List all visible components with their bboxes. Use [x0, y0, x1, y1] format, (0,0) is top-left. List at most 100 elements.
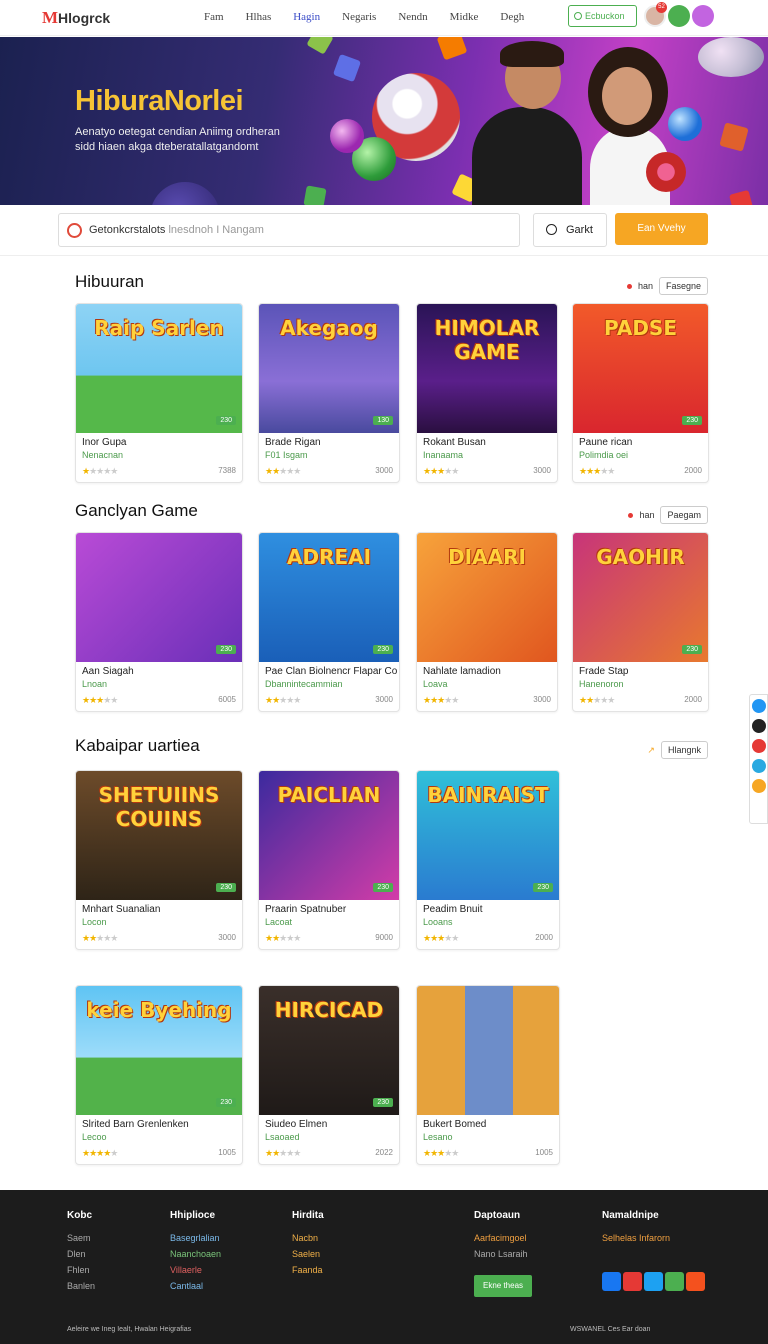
game-title[interactable]: Rokant Busan [423, 437, 579, 448]
game-thumbnail[interactable]: SHETUIINS COUINS [76, 771, 242, 900]
game-thumbnail[interactable]: BAINRAIST [417, 771, 559, 900]
footer-link[interactable]: Nano Lsaraih [474, 1249, 528, 1259]
youtube-icon[interactable] [751, 739, 766, 753]
x-icon[interactable] [751, 719, 766, 733]
facebook-icon[interactable] [602, 1272, 621, 1291]
share-icon[interactable] [751, 699, 766, 713]
section-filter-label[interactable]: han [638, 281, 653, 291]
section-sort-button[interactable]: Paegam [660, 506, 708, 524]
profile-icon[interactable] [692, 5, 714, 27]
game-thumbnail[interactable]: Raip Sarlen [76, 304, 242, 433]
footer-link[interactable]: Saelen [292, 1249, 324, 1259]
game-thumbnail[interactable]: Akegaog [259, 304, 399, 433]
game-card[interactable]: Raip Sarlen 230 Inor Gupa Nenacnan ★★★★★ 7388 [75, 303, 243, 483]
game-card[interactable]: Bukert Bomed Lesano ★★★★★ 1005 [416, 985, 560, 1165]
game-thumbnail[interactable] [417, 986, 559, 1115]
play-count: 3000 [375, 695, 393, 704]
game-thumbnail[interactable]: ADREAI [259, 533, 399, 662]
nav-search-button[interactable]: Ecbuckon [568, 5, 637, 27]
game-card[interactable]: 230 Aan Siagah Lnoan ★★★★★ 6005 [75, 532, 243, 712]
twitter-icon[interactable] [644, 1272, 663, 1291]
star-rating: ★★★★★ [82, 1148, 118, 1158]
game-category: Dbannintecammian [265, 679, 343, 689]
game-title[interactable]: Mnhart Suanalian [82, 904, 238, 915]
game-title[interactable]: Pae Clan Biolnencr Flapar Co [265, 666, 421, 677]
game-title[interactable]: Nahlate lamadion [423, 666, 579, 677]
footer-link[interactable]: Faanda [292, 1265, 324, 1275]
footer-link[interactable]: Banlen [67, 1281, 95, 1291]
footer-link[interactable]: Basegrlalian [170, 1233, 221, 1243]
chat-icon[interactable] [665, 1272, 684, 1291]
star-rating: ★★★★★ [82, 466, 118, 476]
game-card[interactable]: PADSE 230 Paune rican Polimdia oei ★★★★★ 2000 [572, 303, 709, 483]
game-thumbnail[interactable]: PADSE [573, 304, 708, 433]
game-card[interactable]: ADREAI 230 Pae Clan Biolnencr Flapar Co Dba… [258, 532, 400, 712]
footer-link[interactable]: Naanchoaen [170, 1249, 221, 1259]
search-button[interactable]: Garkt [533, 213, 607, 247]
footer-link[interactable]: Fhlen [67, 1265, 95, 1275]
footer-link[interactable]: Selhelas Infarorn [602, 1233, 670, 1243]
game-thumbnail[interactable]: HIMOLAR GAME [417, 304, 557, 433]
game-title[interactable]: Slrited Barn Grenlenken [82, 1119, 238, 1130]
game-title[interactable]: Peadim Bnuit [423, 904, 579, 915]
game-title[interactable]: Siudeo Elmen [265, 1119, 421, 1130]
telegram-icon[interactable] [751, 759, 766, 773]
menu-item[interactable]: Degh [500, 11, 524, 23]
game-thumbnail[interactable]: PAICLIAN [259, 771, 399, 900]
game-card[interactable]: SHETUIINS COUINS 230 Mnhart Suanalian Locon… [75, 770, 243, 950]
game-thumbnail[interactable]: DIAARI [417, 533, 557, 662]
game-title[interactable]: Paune rican [579, 437, 735, 448]
game-card[interactable]: keie Byehing 230 Slrited Barn Grenlenken Le… [75, 985, 243, 1165]
game-card[interactable]: DIAARI Nahlate lamadion Loava ★★★★★ 3000 [416, 532, 558, 712]
player-count-badge: 130 [373, 416, 393, 425]
game-title[interactable]: Bukert Bomed [423, 1119, 579, 1130]
menu-item[interactable]: Negaris [342, 11, 376, 23]
game-card[interactable]: GAOHIR 230 Frade Stap Hanenoron ★★★★★ 2000 [572, 532, 709, 712]
footer-link[interactable]: Dlen [67, 1249, 95, 1259]
cta-button[interactable]: Ean Vvehy [615, 213, 708, 245]
footer-link[interactable]: Saem [67, 1233, 95, 1243]
game-card[interactable]: Akegaog 130 Brade Rigan F01 Isgam ★★★★★ 3000 [258, 303, 400, 483]
play-count: 3000 [375, 466, 393, 475]
decorative-cube [303, 185, 327, 205]
logo[interactable]: MHlogrck [42, 8, 110, 28]
menu-item[interactable]: Hlhas [246, 11, 272, 23]
game-thumbnail[interactable]: HIRCICAD [259, 986, 399, 1115]
game-title[interactable]: Inor Gupa [82, 437, 238, 448]
game-card[interactable]: BAINRAIST 230 Peadim Bnuit Looans ★★★★★ 2000 [416, 770, 560, 950]
section-filter-label[interactable]: han [639, 510, 654, 520]
hero-title: HiburaNorlei [75, 85, 244, 117]
game-card[interactable]: HIMOLAR GAME Rokant Busan Inanaama ★★★★★ 300… [416, 303, 558, 483]
star-icon[interactable] [751, 779, 766, 793]
menu-item[interactable]: Nendn [398, 11, 427, 23]
game-card[interactable]: PAICLIAN 230 Praarin Spatnuber Lacoat ★★★★★ 9… [258, 770, 400, 950]
game-card[interactable]: HIRCICAD 230 Siudeo Elmen Lsaoaed ★★★★★ 2022 [258, 985, 400, 1165]
footer-link[interactable]: Cantlaal [170, 1281, 221, 1291]
game-title[interactable]: Praarin Spatnuber [265, 904, 421, 915]
game-title[interactable]: Frade Stap [579, 666, 735, 677]
player-count-badge: 230 [373, 1098, 393, 1107]
messages-icon[interactable] [668, 5, 690, 27]
menu-item-active[interactable]: Hagin [293, 11, 320, 23]
player-count-badge: 230 [373, 645, 393, 654]
play-count: 6005 [218, 695, 236, 704]
instagram-icon[interactable] [686, 1272, 705, 1291]
footer-link[interactable]: Aarfacimgoel [474, 1233, 528, 1243]
star-rating: ★★★★★ [82, 933, 118, 943]
section-sort-button[interactable]: Fasegne [658, 277, 708, 295]
game-thumbnail[interactable] [76, 533, 242, 662]
search-input[interactable]: Getonkcrstalots lnesdnoh I Nangam [58, 213, 520, 247]
menu-item[interactable]: Midke [450, 11, 479, 23]
section-sort-button[interactable]: Hlangnk [660, 741, 708, 759]
game-thumbnail[interactable]: keie Byehing [76, 986, 242, 1115]
footer-link[interactable]: Villaerle [170, 1265, 221, 1275]
game-title[interactable]: Aan Siagah [82, 666, 238, 677]
game-title[interactable]: Brade Rigan [265, 437, 421, 448]
menu-item[interactable]: Fam [204, 11, 224, 23]
footer-cta-button[interactable]: Ekne theas [474, 1275, 532, 1297]
footer-links-right[interactable]: WSWANEL Ces Ear doan [570, 1326, 650, 1333]
player-count-badge: 230 [682, 416, 702, 425]
game-thumbnail[interactable]: GAOHIR [573, 533, 708, 662]
footer-link[interactable]: Nacbn [292, 1233, 324, 1243]
google-icon[interactable] [623, 1272, 642, 1291]
